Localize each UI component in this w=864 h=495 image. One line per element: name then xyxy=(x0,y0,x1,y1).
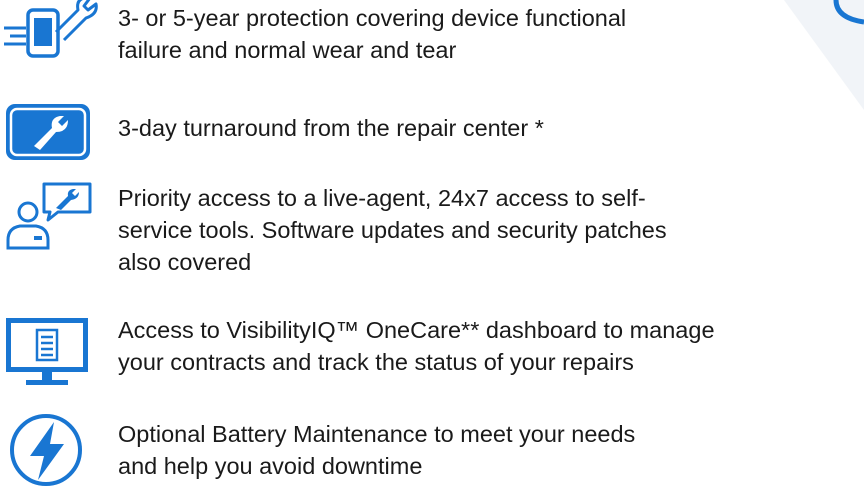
feature-text: 3- or 5-year protection covering device … xyxy=(118,5,627,63)
support-agent-icon xyxy=(6,182,92,250)
monitor-icon xyxy=(6,318,88,385)
phone-wrench-icon xyxy=(4,0,98,58)
feature-text: 3-day turnaround from the repair center … xyxy=(118,115,544,141)
wrench-badge-icon xyxy=(6,104,90,160)
feature-text: Optional Battery Maintenance to meet you… xyxy=(118,421,636,479)
feature-text: Priority access to a live-agent, 24x7 ac… xyxy=(118,185,667,275)
lightning-bolt-icon xyxy=(10,414,82,486)
feature-text: Access to VisibilityIQ™ OneCare** dashbo… xyxy=(118,317,715,375)
